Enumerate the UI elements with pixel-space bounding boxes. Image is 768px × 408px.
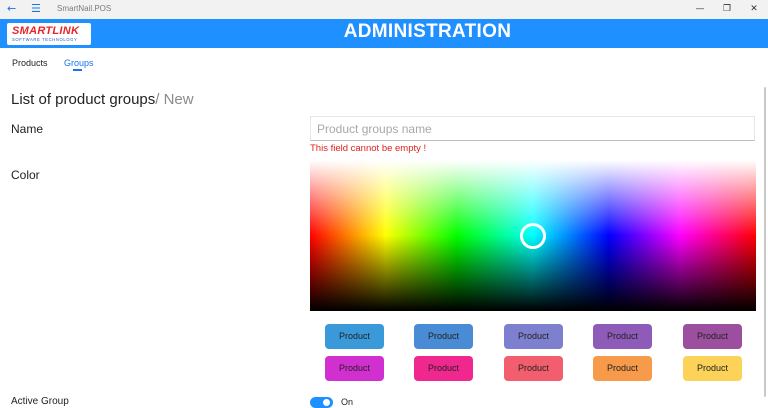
color-spectrum-picker[interactable] xyxy=(310,160,756,311)
toggle-state-label: On xyxy=(341,397,354,407)
swatch-6[interactable]: Product xyxy=(325,356,384,381)
page-title: List of product groups/ New xyxy=(11,91,194,108)
tab-products[interactable]: Products xyxy=(12,58,48,68)
minimize-button[interactable]: — xyxy=(690,2,710,16)
tab-groups[interactable]: Groups xyxy=(64,58,94,68)
hamburger-menu-icon[interactable]: ☰ xyxy=(31,3,41,15)
active-group-label: Active Group xyxy=(11,396,69,407)
close-button[interactable]: ✕ xyxy=(744,2,764,16)
swatch-7[interactable]: Product xyxy=(414,356,473,381)
swatch-3[interactable]: Product xyxy=(504,324,563,349)
swatch-1[interactable]: Product xyxy=(325,324,384,349)
page-title-suffix: / New xyxy=(155,91,194,108)
swatch-4[interactable]: Product xyxy=(593,324,652,349)
swatch-8[interactable]: Product xyxy=(504,356,563,381)
title-bar: ← ☰ SmartNail.POS — ❐ ✕ xyxy=(0,0,768,19)
swatch-9[interactable]: Product xyxy=(593,356,652,381)
color-label: Color xyxy=(11,168,40,182)
restore-button[interactable]: ❐ xyxy=(717,2,737,16)
app-header: SMARTLINK SOFTWARE TECHNOLOGY ADMINISTRA… xyxy=(0,19,768,48)
active-tab-indicator xyxy=(73,69,82,71)
back-arrow-icon[interactable]: ← xyxy=(7,3,16,15)
swatch-2[interactable]: Product xyxy=(414,324,473,349)
group-name-input[interactable] xyxy=(310,116,755,141)
name-error-message: This field cannot be empty ! xyxy=(310,143,427,154)
name-label: Name xyxy=(11,122,44,136)
vertical-scrollbar[interactable] xyxy=(764,87,766,397)
page-header-title: ADMINISTRATION xyxy=(343,21,512,42)
swatch-5[interactable]: Product xyxy=(683,324,742,349)
admin-tabs: Products Groups xyxy=(0,48,768,76)
color-picker-thumb[interactable] xyxy=(520,223,546,249)
app-title: SmartNail.POS xyxy=(57,4,112,13)
swatch-10[interactable]: Product xyxy=(683,356,742,381)
page-title-main: List of product groups xyxy=(11,91,156,108)
